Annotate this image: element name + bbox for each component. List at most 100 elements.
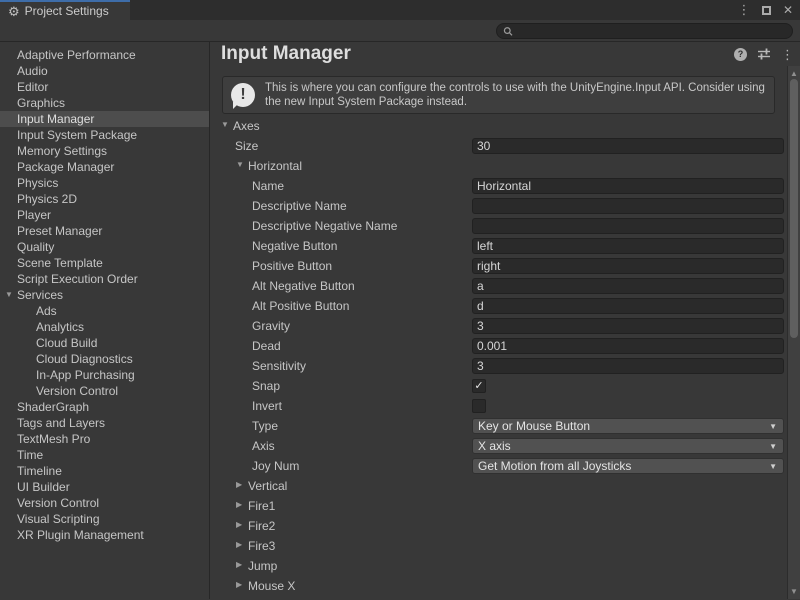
- field-control: [472, 338, 784, 354]
- gravity-input[interactable]: [472, 318, 784, 334]
- positive-button-input[interactable]: [472, 258, 784, 274]
- info-text: This is where you can configure the cont…: [265, 81, 765, 109]
- descriptive-negative-name-input[interactable]: [472, 218, 784, 234]
- negative-button-input[interactable]: [472, 238, 784, 254]
- foldout-open-icon[interactable]: ▼: [221, 120, 229, 129]
- sidebar-item-preset-manager[interactable]: Preset Manager: [0, 223, 209, 239]
- type-dropdown[interactable]: Key or Mouse Button▼: [472, 418, 784, 434]
- sidebar-item-player[interactable]: Player: [0, 207, 209, 223]
- foldout-closed-icon[interactable]: ▶: [236, 560, 242, 569]
- maximize-icon[interactable]: [758, 2, 774, 18]
- row-negative-button: Negative Button: [210, 236, 787, 256]
- field-label[interactable]: Jump: [248, 559, 277, 573]
- descriptive-name-input[interactable]: [472, 198, 784, 214]
- scroll-up-icon[interactable]: ▲: [788, 69, 800, 78]
- sidebar-item-xr-plugin-management[interactable]: XR Plugin Management: [0, 527, 209, 543]
- sidebar-item-label: Package Manager: [17, 160, 114, 174]
- sidebar-item-version-control[interactable]: Version Control: [0, 495, 209, 511]
- foldout-closed-icon[interactable]: ▶: [236, 540, 242, 549]
- sidebar-item-in-app-purchasing[interactable]: In-App Purchasing: [0, 367, 209, 383]
- row-type: TypeKey or Mouse Button▼: [210, 416, 787, 436]
- sidebar-item-ads[interactable]: Ads: [0, 303, 209, 319]
- sidebar-item-cloud-diagnostics[interactable]: Cloud Diagnostics: [0, 351, 209, 367]
- sidebar-item-package-manager[interactable]: Package Manager: [0, 159, 209, 175]
- sidebar-item-label: Time: [17, 448, 43, 462]
- search-input[interactable]: [517, 25, 786, 37]
- alt-positive-button-input[interactable]: [472, 298, 784, 314]
- dead-input[interactable]: [472, 338, 784, 354]
- sidebar-item-audio[interactable]: Audio: [0, 63, 209, 79]
- sidebar-item-label: Version Control: [17, 496, 99, 510]
- field-label[interactable]: Fire3: [248, 539, 275, 553]
- foldout-closed-icon[interactable]: ▶: [236, 480, 242, 489]
- sidebar-item-scene-template[interactable]: Scene Template: [0, 255, 209, 271]
- field-label[interactable]: Vertical: [248, 479, 287, 493]
- row-axes: ▼ Axes: [210, 116, 787, 136]
- sidebar-item-services[interactable]: ▼Services: [0, 287, 209, 303]
- close-icon[interactable]: ✕: [780, 2, 796, 18]
- scrollbar-thumb[interactable]: [790, 79, 798, 338]
- snap-checkbox[interactable]: ✓: [472, 379, 486, 393]
- field-control: Key or Mouse Button▼: [472, 418, 784, 434]
- sidebar-item-adaptive-performance[interactable]: Adaptive Performance: [0, 47, 209, 63]
- field-label[interactable]: Mouse X: [248, 579, 295, 593]
- sidebar-item-label: Preset Manager: [17, 224, 102, 238]
- sidebar-item-quality[interactable]: Quality: [0, 239, 209, 255]
- field-label: Invert: [252, 399, 282, 413]
- foldout-open-icon[interactable]: ▼: [236, 160, 244, 169]
- window-menu-icon[interactable]: ⋮: [736, 2, 752, 18]
- sidebar-item-physics[interactable]: Physics: [0, 175, 209, 191]
- presets-icon[interactable]: [757, 47, 771, 61]
- field-label: Descriptive Negative Name: [252, 219, 397, 233]
- scroll-down-icon[interactable]: ▼: [788, 587, 800, 596]
- sidebar-item-input-system-package[interactable]: Input System Package: [0, 127, 209, 143]
- sidebar-item-label: Analytics: [36, 320, 84, 334]
- axis-dropdown[interactable]: X axis▼: [472, 438, 784, 454]
- search-box[interactable]: [496, 23, 793, 39]
- foldout-closed-icon[interactable]: ▶: [236, 580, 242, 589]
- foldout-closed-icon[interactable]: ▶: [236, 500, 242, 509]
- size-input[interactable]: [472, 138, 784, 154]
- sidebar-item-tags-and-layers[interactable]: Tags and Layers: [0, 415, 209, 431]
- sidebar-item-time[interactable]: Time: [0, 447, 209, 463]
- sidebar-item-input-manager[interactable]: Input Manager: [0, 111, 209, 127]
- field-label[interactable]: Fire2: [248, 519, 275, 533]
- alt-negative-button-input[interactable]: [472, 278, 784, 294]
- sidebar-item-label: Physics: [17, 176, 58, 190]
- field-label[interactable]: Axes: [233, 119, 260, 133]
- settings-scroll-area: ! This is where you can configure the co…: [210, 66, 787, 599]
- sidebar-item-editor[interactable]: Editor: [0, 79, 209, 95]
- sidebar-item-shadergraph[interactable]: ShaderGraph: [0, 399, 209, 415]
- sensitivity-input[interactable]: [472, 358, 784, 374]
- chevron-down-icon: ▼: [769, 422, 777, 431]
- sidebar-item-cloud-build[interactable]: Cloud Build: [0, 335, 209, 351]
- field-control: [472, 398, 784, 414]
- sidebar-item-memory-settings[interactable]: Memory Settings: [0, 143, 209, 159]
- field-label[interactable]: Horizontal: [248, 159, 302, 173]
- tab-project-settings[interactable]: ⚙ Project Settings: [0, 0, 130, 20]
- field-label[interactable]: Fire1: [248, 499, 275, 513]
- sidebar-item-script-execution-order[interactable]: Script Execution Order: [0, 271, 209, 287]
- sidebar-item-timeline[interactable]: Timeline: [0, 463, 209, 479]
- sidebar-item-version-control[interactable]: Version Control: [0, 383, 209, 399]
- sidebar-item-graphics[interactable]: Graphics: [0, 95, 209, 111]
- sidebar-item-visual-scripting[interactable]: Visual Scripting: [0, 511, 209, 527]
- foldout-closed-icon[interactable]: ▶: [236, 520, 242, 529]
- invert-checkbox[interactable]: [472, 399, 486, 413]
- sidebar-item-physics-2d[interactable]: Physics 2D: [0, 191, 209, 207]
- sidebar-item-textmesh-pro[interactable]: TextMesh Pro: [0, 431, 209, 447]
- field-label: Alt Negative Button: [252, 279, 355, 293]
- name-input[interactable]: [472, 178, 784, 194]
- chevron-down-icon[interactable]: ▼: [3, 287, 15, 303]
- sidebar-item-analytics[interactable]: Analytics: [0, 319, 209, 335]
- vertical-scrollbar[interactable]: ▲ ▼: [787, 66, 800, 599]
- content-area: Adaptive PerformanceAudioEditorGraphicsI…: [0, 42, 800, 599]
- row-vertical: ▶ Vertical: [210, 476, 787, 496]
- more-menu-icon[interactable]: ⋮: [781, 48, 794, 61]
- row-gravity: Gravity: [210, 316, 787, 336]
- help-icon[interactable]: ?: [734, 48, 747, 61]
- sidebar-item-label: Ads: [36, 304, 57, 318]
- joy-num-dropdown[interactable]: Get Motion from all Joysticks▼: [472, 458, 784, 474]
- sidebar-item-ui-builder[interactable]: UI Builder: [0, 479, 209, 495]
- row-joy-num: Joy NumGet Motion from all Joysticks▼: [210, 456, 787, 476]
